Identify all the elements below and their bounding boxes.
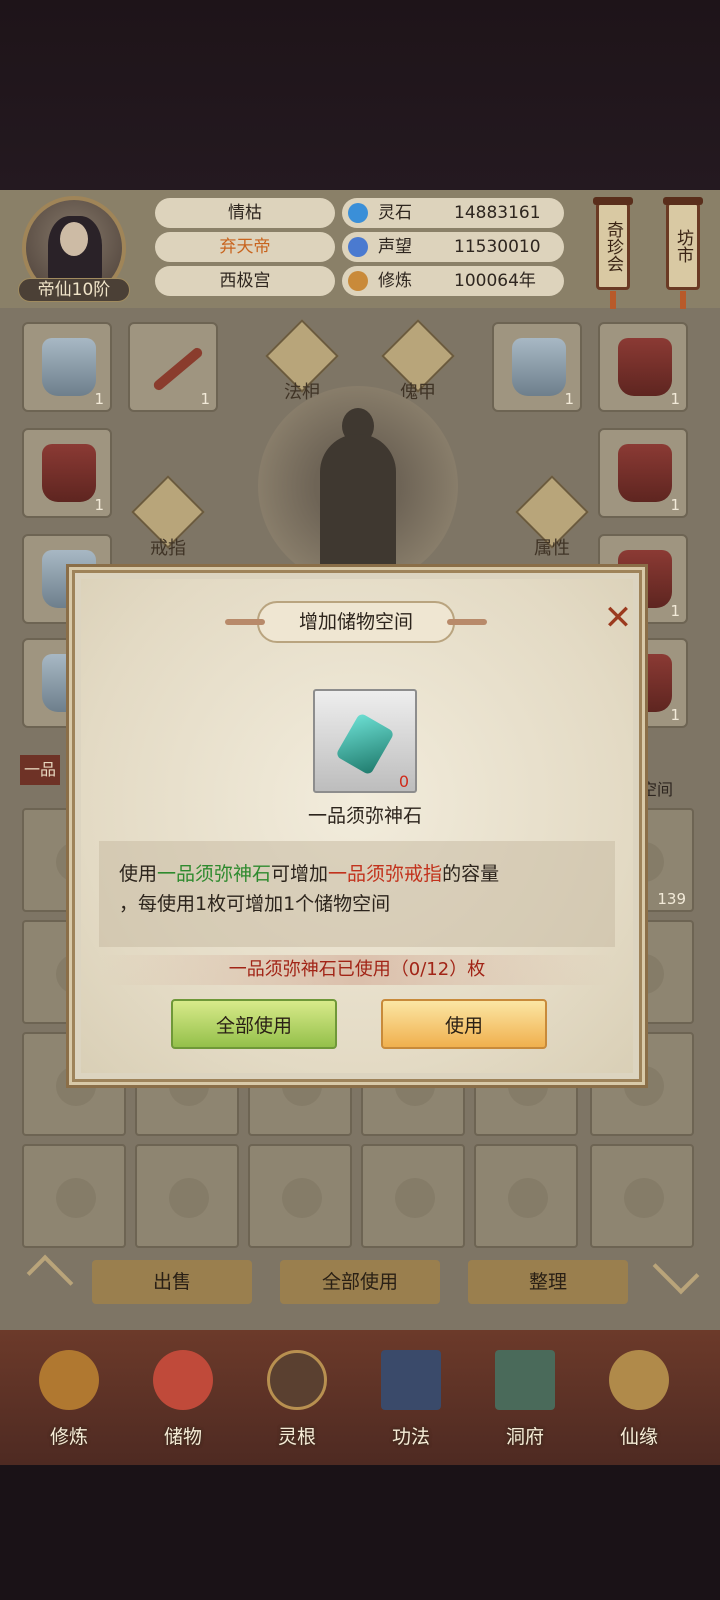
- use-all-button[interactable]: 全部使用: [171, 999, 337, 1049]
- bottom-letterbox: [0, 1465, 720, 1600]
- use-button[interactable]: 使用: [381, 999, 547, 1049]
- usage-counter: 一品须弥神石已使用（0/12）枚: [101, 955, 613, 985]
- gem-icon: [335, 712, 395, 776]
- item-description: 使用一品须弥神石可增加一品须弥戒指的容量 ，每使用1枚可增加1个储物空间: [99, 841, 615, 947]
- close-icon[interactable]: ✕: [601, 601, 635, 637]
- dialog-title: 增加储物空间: [225, 601, 487, 643]
- game-screen: { "player": { "name": "情枯", "title": "弃天…: [0, 0, 720, 1600]
- top-letterbox: [0, 0, 720, 190]
- item-name: 一品须弥神石: [307, 805, 422, 827]
- add-storage-dialog: 增加储物空间 ✕ 0 一品须弥神石 使用一品须弥神石可增加一品须弥戒指的容量 ，…: [72, 570, 642, 1082]
- item-quantity: 0: [398, 772, 409, 791]
- item-slot[interactable]: 0: [313, 689, 417, 793]
